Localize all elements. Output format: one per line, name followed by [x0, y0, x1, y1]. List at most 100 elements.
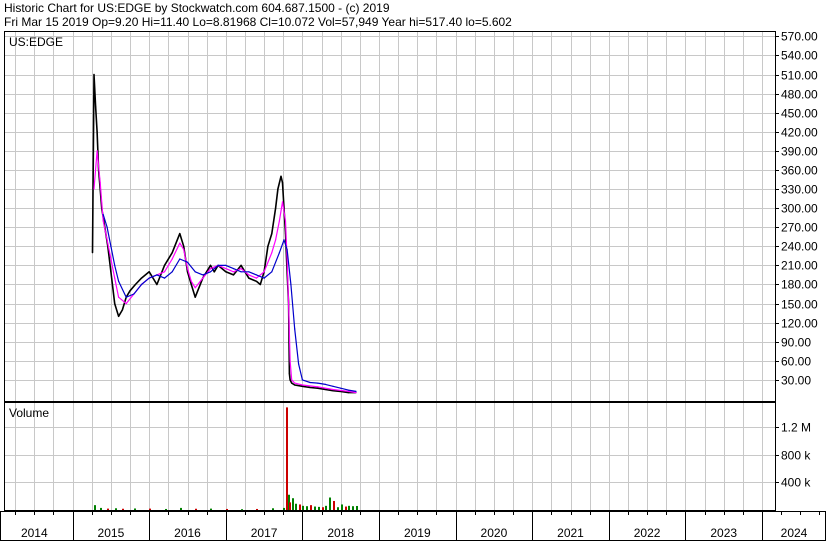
data-point-ma-short [118, 296, 120, 298]
data-point-close [129, 290, 131, 292]
volume-bar [165, 508, 167, 510]
volume-panel-border [4, 402, 776, 511]
data-point-ma-short [355, 392, 357, 394]
data-point-close [309, 386, 311, 389]
year-label: 2015 [98, 526, 125, 540]
data-point-close [225, 271, 227, 273]
price-tick-label: 420.00 [781, 126, 818, 140]
price-tick-label: 210.00 [781, 259, 818, 273]
data-point-ma-long [271, 271, 273, 273]
price-tick-label: 150.00 [781, 298, 818, 312]
data-point-close [118, 315, 120, 317]
data-point-ma-long [283, 239, 285, 241]
historic-price-chart: 570.00 540.00 510.00 480.00 450.00 420.00 390.… [0, 30, 826, 541]
data-point-ma-short [281, 201, 284, 203]
data-point-ma-short [284, 220, 287, 222]
price-tick-label: 510.00 [781, 69, 818, 83]
data-point-close [148, 271, 150, 273]
data-point-close [288, 373, 290, 375]
data-point-ma-short [347, 390, 349, 392]
volume-bar [286, 407, 288, 510]
price-tick-label: 480.00 [781, 88, 818, 102]
volume-bar [329, 497, 331, 510]
volume-tick-label: 400 k [781, 476, 811, 490]
year-label: 2014 [21, 526, 48, 540]
data-point-close [317, 387, 319, 389]
data-point-ma-short [186, 268, 189, 270]
price-tick-label: 390.00 [781, 145, 818, 159]
data-point-ma-long [232, 268, 235, 270]
data-point-ma-short [99, 182, 101, 184]
data-point-close [95, 105, 97, 107]
data-point-ma-long [298, 363, 300, 365]
price-tick-label: 240.00 [781, 240, 818, 254]
data-point-ma-short [232, 271, 235, 273]
year-label: 2021 [557, 526, 584, 540]
data-point-close [271, 233, 273, 235]
price-tick-label: 180.00 [781, 278, 818, 292]
data-point-close [121, 309, 123, 311]
price-tick-label: 360.00 [781, 164, 818, 178]
data-point-ma-short [96, 150, 98, 152]
data-point-ma-long [140, 283, 143, 286]
price-tick-label: 300.00 [781, 202, 818, 216]
data-point-ma-short [125, 303, 127, 305]
year-label: 2016 [174, 526, 201, 540]
data-point-close [280, 175, 282, 177]
data-point-close [114, 303, 116, 305]
data-point-close [294, 384, 296, 386]
data-point-ma-long [332, 385, 334, 387]
data-point-ma-long [347, 389, 349, 391]
data-point-close [275, 207, 277, 209]
volume-bar [134, 508, 136, 510]
data-point-ma-long [194, 271, 196, 273]
volume-bar [122, 508, 124, 510]
data-point-ma-short [183, 248, 185, 251]
data-point-ma-long [106, 226, 108, 228]
data-point-ma-short [171, 258, 173, 260]
data-point-ma-long [309, 381, 311, 384]
data-point-close [194, 296, 196, 298]
data-point-ma-short [275, 239, 277, 241]
data-point-ma-short [179, 242, 181, 244]
data-point-ma-long [110, 245, 112, 247]
data-point-ma-long [324, 383, 326, 385]
volume-bar [302, 505, 304, 510]
volume-bar [272, 508, 274, 510]
data-point-ma-long [171, 271, 173, 273]
data-point-ma-long [225, 264, 227, 266]
data-point-ma-short [209, 268, 212, 270]
volume-panel-label: Volume [9, 406, 49, 420]
data-point-ma-short [332, 388, 334, 391]
volume-bar [241, 509, 243, 511]
data-point-close [267, 245, 269, 247]
data-point-ma-short [317, 386, 319, 388]
volume-bar [115, 508, 117, 510]
data-point-ma-short [278, 220, 280, 222]
data-point-ma-short [163, 271, 166, 273]
data-point-close [140, 277, 143, 279]
volume-bar [345, 506, 347, 510]
data-point-ma-long [148, 277, 150, 279]
data-point-close [110, 271, 112, 273]
year-label: 2019 [404, 526, 431, 540]
price-tick-label: 270.00 [781, 221, 818, 235]
data-point-close [248, 277, 250, 279]
data-point-ma-long [217, 264, 219, 266]
data-point-ma-short [202, 277, 204, 279]
price-tick-label: 30.00 [781, 374, 811, 388]
data-point-ma-long [118, 280, 120, 282]
data-point-ma-short [102, 220, 104, 222]
data-point-ma-short [248, 274, 250, 276]
data-point-ma-long [209, 271, 212, 273]
series-line-ma-long [102, 214, 357, 392]
data-point-ma-long [202, 274, 204, 276]
volume-bar [356, 505, 358, 510]
data-point-ma-short [225, 268, 227, 270]
data-point-ma-long [133, 293, 135, 295]
data-point-ma-short [190, 280, 192, 282]
data-point-ma-long [114, 264, 116, 266]
price-tick-label: 120.00 [781, 317, 818, 331]
volume-bar [289, 502, 291, 510]
data-point-ma-long [163, 277, 166, 279]
